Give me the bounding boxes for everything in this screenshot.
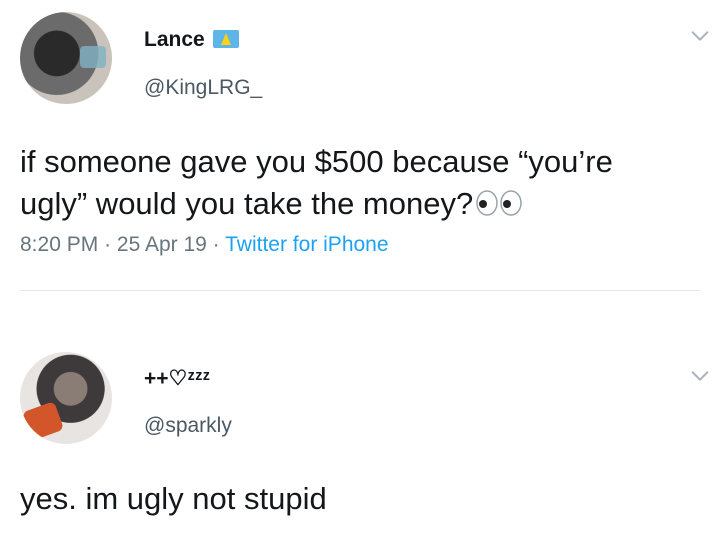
author-name[interactable]: Lance [144,28,239,52]
avatar[interactable] [20,12,112,104]
reply-author-name[interactable]: ++♡ᶻᶻᶻ [144,366,210,391]
tweet-text: if someone gave you $500 because “you’re… [20,141,700,227]
reply-author-handle[interactable]: @sparkly [144,414,232,438]
chevron-down-icon[interactable] [688,24,712,48]
avatar[interactable] [20,352,112,444]
eyes-emoji-icon [475,185,523,227]
divider [20,290,700,291]
tweet-source-link[interactable]: Twitter for iPhone [225,233,388,256]
author-handle[interactable]: @KingLRG_ [144,76,262,100]
tweet-time[interactable]: 8:20 PM [20,233,98,256]
saint-lucia-flag-icon [212,30,239,48]
chevron-down-icon[interactable] [688,364,712,388]
tweet-date[interactable]: 25 Apr 19 [117,233,207,256]
reply-text: yes. im ugly not stupid [20,481,327,516]
tweet-meta: 8:20 PM · 25 Apr 19 · Twitter for iPhone [20,233,389,256]
